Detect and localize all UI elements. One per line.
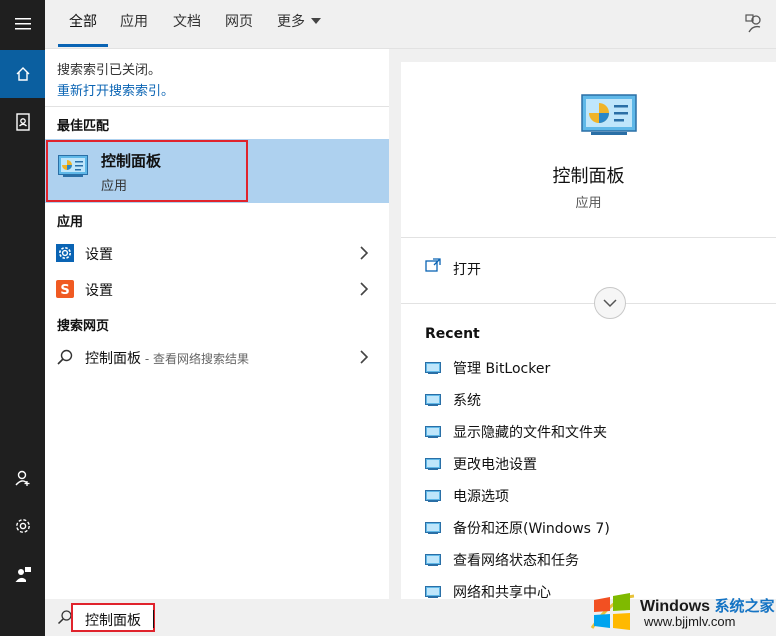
recent-item-label: 更改电池设置 — [453, 457, 537, 473]
results-panel: 搜索索引已关闭。 重新打开搜索索引。 最佳匹配 控制面板 应用 应用 设置 S … — [45, 49, 389, 599]
open-label: 打开 — [453, 262, 481, 278]
tab-more[interactable]: 更多 — [271, 0, 327, 49]
control-panel-small-icon — [425, 458, 441, 470]
open-window-icon — [425, 258, 441, 272]
detail-header: 控制面板 应用 — [401, 62, 776, 238]
index-notice: 搜索索引已关闭。 重新打开搜索索引。 — [45, 49, 389, 107]
app-result-settings-sogou[interactable]: S 设置 — [45, 271, 389, 307]
chevron-right-icon[interactable] — [359, 281, 369, 297]
recent-item[interactable]: 备份和还原(Windows 7) — [401, 512, 776, 544]
text-cursor — [153, 610, 154, 628]
detail-title: 控制面板 — [552, 166, 625, 187]
recent-item[interactable]: 电源选项 — [401, 480, 776, 512]
tab-web[interactable]: 网页 — [218, 0, 260, 49]
recent-item[interactable]: 显示隐藏的文件和文件夹 — [401, 416, 776, 448]
tab-more-label: 更多 — [277, 14, 305, 30]
search-query-text: 控制面板 — [85, 613, 141, 629]
open-action[interactable]: 打开 — [401, 238, 776, 296]
menu-button[interactable] — [0, 0, 45, 48]
home-icon — [16, 67, 29, 81]
best-match-type: 应用 — [101, 179, 128, 194]
best-match-title: 控制面板 — [101, 152, 162, 170]
recent-item[interactable]: 系统 — [401, 384, 776, 416]
recent-item-label: 查看网络状态和任务 — [453, 553, 579, 569]
detail-panel: 控制面板 应用 打开 Recent 管理 BitLocker 系统 显示隐藏的文… — [401, 62, 776, 599]
control-panel-small-icon — [425, 522, 441, 534]
recent-item-label: 备份和还原(Windows 7) — [453, 521, 610, 537]
recent-item-label: 管理 BitLocker — [453, 361, 551, 377]
app-result-label: 设置 — [85, 247, 113, 263]
person-icon — [14, 470, 29, 486]
search-icon — [57, 349, 73, 365]
feedback-icon[interactable] — [744, 12, 766, 34]
chevron-right-icon[interactable] — [359, 245, 369, 261]
watermark-brand: Windows 系统之家 — [640, 595, 775, 616]
web-search-result[interactable]: 控制面板 - 查看网络搜索结果 — [45, 339, 389, 375]
recent-item-label: 网络和共享中心 — [453, 585, 551, 599]
recent-item[interactable]: 更改电池设置 — [401, 448, 776, 480]
account-button[interactable] — [0, 454, 45, 502]
recent-item[interactable]: 查看网络状态和任务 — [401, 544, 776, 576]
recent-item-label: 显示隐藏的文件和文件夹 — [453, 425, 607, 441]
left-rail — [0, 0, 45, 636]
chevron-down-icon — [603, 299, 617, 308]
divider — [401, 303, 776, 304]
chevron-down-icon — [311, 18, 321, 24]
web-heading: 搜索网页 — [57, 319, 110, 334]
gear-blue-icon — [56, 244, 74, 262]
chevron-right-icon[interactable] — [359, 349, 369, 365]
control-panel-large-icon — [581, 94, 637, 135]
notebook-button[interactable] — [0, 98, 45, 146]
detail-type: 应用 — [575, 196, 602, 211]
recent-item-label: 系统 — [453, 393, 481, 409]
notebook-icon — [15, 113, 30, 131]
apps-heading: 应用 — [57, 215, 84, 230]
feedback-user-button[interactable] — [0, 550, 45, 598]
web-result-query: 控制面板 — [85, 351, 141, 367]
settings-icon — [15, 519, 30, 533]
web-result-hint: - 查看网络搜索结果 — [141, 352, 249, 366]
recent-heading: Recent — [425, 326, 480, 342]
watermark-brand-en: Windows — [640, 598, 711, 615]
best-match-heading: 最佳匹配 — [57, 119, 110, 134]
control-panel-small-icon — [425, 394, 441, 406]
tab-all[interactable]: 全部 — [58, 0, 108, 49]
web-result-label: 控制面板 - 查看网络搜索结果 — [85, 348, 249, 368]
search-input[interactable]: 控制面板 — [71, 603, 155, 632]
search-tabs-bar: 全部 应用 文档 网页 更多 — [45, 0, 776, 49]
recent-item-label: 电源选项 — [453, 489, 509, 505]
expand-button[interactable] — [594, 287, 626, 319]
control-panel-small-icon — [425, 362, 441, 374]
app-result-label: 设置 — [85, 283, 113, 299]
feedback-user-icon — [15, 567, 31, 582]
control-panel-small-icon — [425, 490, 441, 502]
best-match-result[interactable]: 控制面板 应用 — [45, 139, 389, 203]
windows-logo-icon — [590, 593, 635, 630]
sogou-s-icon: S — [56, 280, 74, 298]
control-panel-small-icon — [425, 426, 441, 438]
watermark-url: www.bjjmlv.com — [644, 614, 736, 629]
watermark-brand-cn: 系统之家 — [714, 598, 775, 615]
index-off-text: 搜索索引已关闭。 — [57, 63, 162, 78]
menu-icon — [14, 18, 31, 30]
control-panel-small-icon — [425, 554, 441, 566]
home-button[interactable] — [0, 50, 45, 98]
watermark: Windows 系统之家 www.bjjmlv.com — [584, 586, 776, 636]
control-panel-small-icon — [425, 586, 441, 598]
app-result-settings[interactable]: 设置 — [45, 235, 389, 271]
control-panel-icon — [58, 155, 88, 177]
svg-text:S: S — [60, 283, 69, 298]
recent-item[interactable]: 管理 BitLocker — [401, 352, 776, 384]
settings-button[interactable] — [0, 502, 45, 550]
reenable-index-link[interactable]: 重新打开搜索索引。 — [57, 80, 174, 99]
tab-documents[interactable]: 文档 — [166, 0, 208, 49]
tab-apps[interactable]: 应用 — [113, 0, 155, 49]
